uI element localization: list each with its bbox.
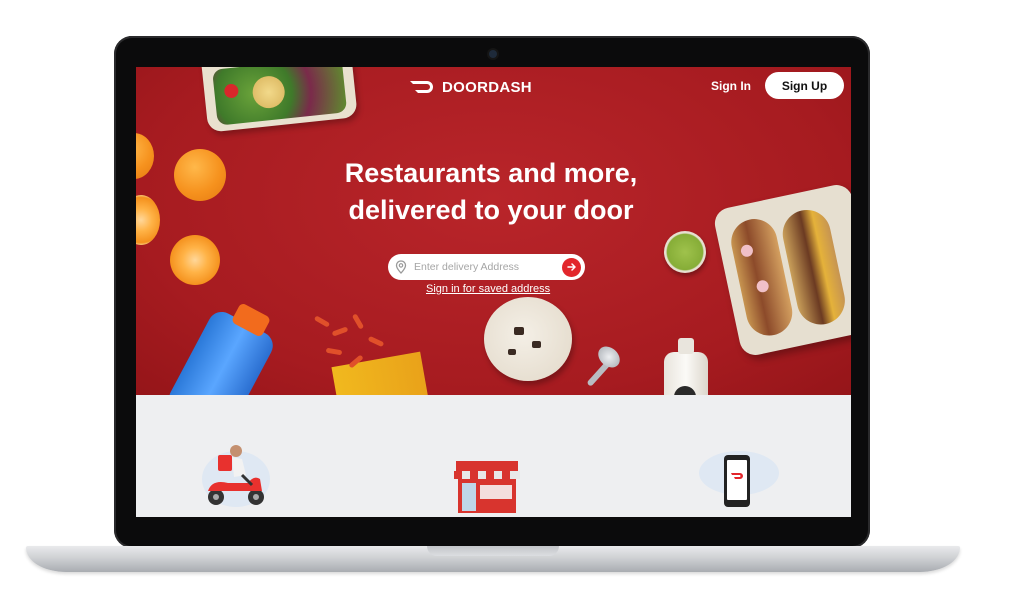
chip-bag-image xyxy=(331,351,431,395)
doordash-logo-icon xyxy=(410,81,433,93)
ice-cream-cup-image xyxy=(484,297,572,381)
orange-image xyxy=(174,149,226,201)
delivery-address-search[interactable] xyxy=(388,254,585,280)
hero-section: DOORDASH Sign In Sign Up Restaurants and… xyxy=(136,67,851,395)
how-it-works-section xyxy=(136,395,851,517)
sign-in-link[interactable]: Sign In xyxy=(711,79,751,93)
laptop-notch xyxy=(427,546,559,556)
snack-piece xyxy=(331,326,349,337)
location-pin-icon xyxy=(395,260,407,274)
orange-slice-image xyxy=(170,235,220,285)
saved-address-link[interactable]: Sign in for saved address xyxy=(426,283,550,295)
snack-piece xyxy=(367,335,385,348)
headline-line-1: Restaurants and more, xyxy=(344,158,638,188)
arrow-right-icon xyxy=(566,263,576,271)
salad-bowl-image xyxy=(200,67,358,133)
mobile-app-illustration xyxy=(699,451,779,507)
hero-headline: Restaurants and more, delivered to your … xyxy=(256,155,726,229)
snack-piece xyxy=(325,347,343,356)
doordash-logo[interactable]: DOORDASH xyxy=(410,77,532,97)
storefront-illustration xyxy=(454,461,520,513)
webcam xyxy=(489,50,497,58)
orange-image xyxy=(136,133,154,179)
guacamole-cup-image xyxy=(664,231,706,273)
headline-line-2: delivered to your door xyxy=(348,195,634,225)
delivery-address-input[interactable] xyxy=(414,261,562,273)
taco-box-image xyxy=(711,182,851,358)
courier-scooter-illustration xyxy=(202,445,270,507)
snack-piece xyxy=(313,315,331,328)
brand-name: DOORDASH xyxy=(442,78,532,96)
sign-up-button[interactable]: Sign Up xyxy=(765,72,844,99)
browser-screen: DOORDASH Sign In Sign Up Restaurants and… xyxy=(136,67,851,517)
orange-slice-image xyxy=(136,195,160,245)
search-submit-button[interactable] xyxy=(562,257,581,277)
milk-bottle-image xyxy=(664,338,708,395)
snack-piece xyxy=(351,313,365,330)
